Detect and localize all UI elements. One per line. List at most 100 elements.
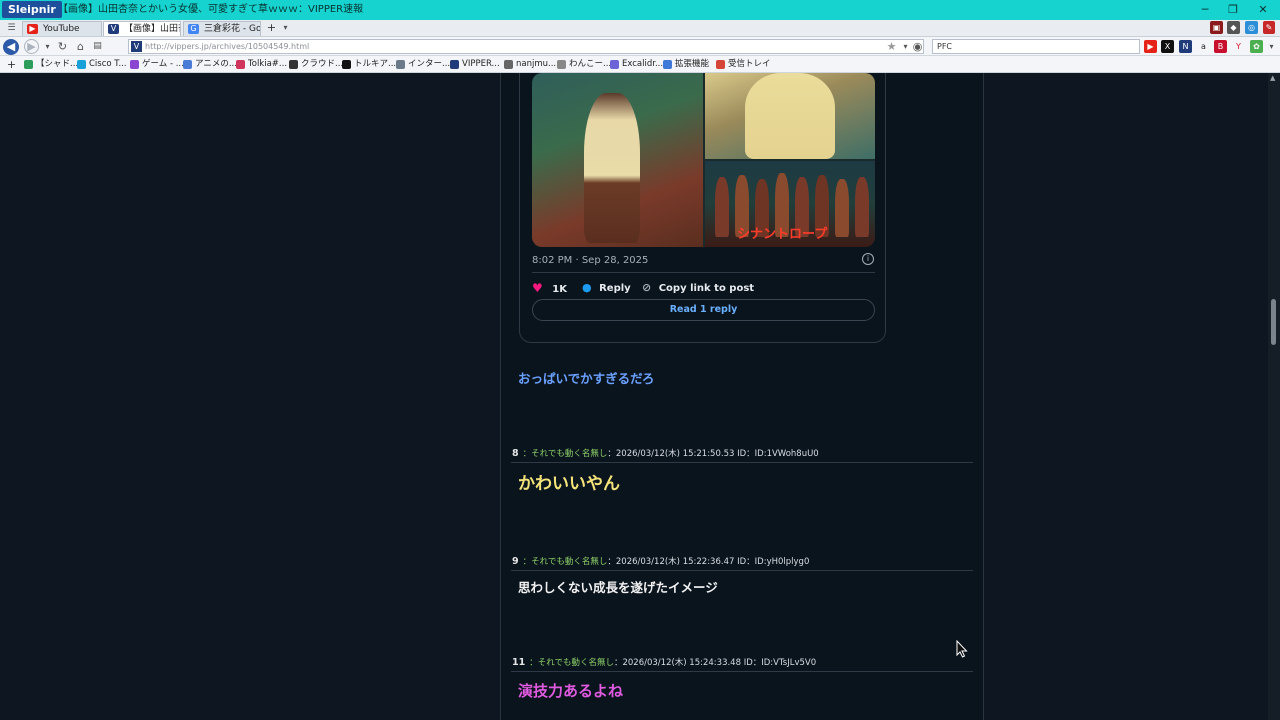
history-dropdown-icon[interactable]: ▾ [40, 39, 55, 54]
tweet-photo-1[interactable] [532, 73, 703, 247]
bookmark-item[interactable]: Tolkia#... [236, 58, 287, 71]
post-body: 思わしくない成長を遂げたイメージ [518, 580, 718, 595]
bookmark-icon [557, 60, 566, 69]
tab-label: 【画像】山田杏奈... [124, 24, 180, 34]
like-button[interactable]: ♥ 1K [532, 281, 567, 295]
tweet-image-grid[interactable]: シナントロープ [532, 73, 875, 247]
bookmark-icon [450, 60, 459, 69]
youtube-icon: ▶ [27, 24, 38, 34]
vipper-icon: V [108, 24, 119, 34]
app-name[interactable]: Sleipnir [2, 1, 62, 18]
forward-icon[interactable]: ▶ [24, 39, 39, 54]
search-engine-icon[interactable]: ◉ [910, 39, 925, 54]
scroll-up-icon[interactable]: ▲ [1270, 74, 1275, 82]
bookmark-icon [663, 60, 672, 69]
info-icon[interactable]: i [862, 253, 874, 265]
bookmark-item[interactable]: VIPPER... [450, 58, 500, 71]
bookmark-item[interactable]: Excalidr... [610, 58, 663, 71]
url-field[interactable]: V http://vippers.jp/archives/10504549.ht… [128, 39, 924, 54]
heart-icon: ♥ [532, 281, 543, 295]
url-text: http://vippers.jp/archives/10504549.html [145, 42, 310, 51]
tab-google[interactable]: G 三倉彩花 - Goo... [183, 21, 261, 36]
bookmark-item[interactable]: nanjmu... [504, 58, 556, 71]
poster-name[interactable]: ：それでも動く名無し [523, 557, 608, 567]
x-icon[interactable]: X [1161, 40, 1174, 53]
home-icon[interactable]: ⌂ [73, 39, 88, 54]
tweet-photo-3[interactable]: シナントロープ [705, 161, 875, 247]
star-icon[interactable]: ★ [884, 39, 899, 54]
youtube-toolbar-icon[interactable]: ▶ [1144, 40, 1157, 53]
scroll-thumb[interactable] [1271, 299, 1276, 345]
read-reply-button[interactable]: Read 1 reply [532, 299, 875, 321]
bookmark-item[interactable]: 【シャド... [24, 58, 78, 71]
bookmark-item[interactable]: ゲーム - ... [130, 58, 184, 71]
post-meta: ：2026/03/12(木) 15:21:50.53 ID：ID:1VWoh8u… [607, 449, 819, 459]
amazon-icon[interactable]: a [1197, 40, 1210, 53]
post-body: 演技力あるよね [518, 682, 624, 700]
embedded-tweet: シナントロープ 8:02 PM · Sep 28, 2025 i ♥ 1K ● … [519, 73, 886, 343]
poster-name[interactable]: ：それでも動く名無し [529, 658, 614, 668]
minimize-button[interactable]: ─ [1190, 0, 1220, 20]
bookmark-icon [236, 60, 245, 69]
bookmark-icon [24, 60, 33, 69]
reply-icon: ● [582, 281, 592, 294]
search-field[interactable]: PFC [932, 39, 1140, 54]
post-header: 11 ：それでも動く名無し：2026/03/12(木) 15:24:33.48 I… [512, 656, 816, 668]
poster-name[interactable]: ：それでも動く名無し [523, 449, 608, 459]
bookmark-icon [130, 60, 139, 69]
close-button[interactable]: ✕ [1248, 0, 1278, 20]
copy-link-button[interactable]: ⊘ Copy link to post [642, 281, 754, 295]
globe-icon[interactable]: ◎ [1245, 21, 1258, 34]
news-icon[interactable]: N [1179, 40, 1192, 53]
tab-label: 三倉彩花 - Goo... [204, 24, 261, 34]
site-favicon: V [131, 41, 142, 52]
divider [511, 462, 973, 463]
toolbar-more-icon[interactable]: ▾ [1264, 39, 1279, 54]
add-bookmark-icon[interactable]: + [4, 57, 19, 72]
edit-icon[interactable]: ✎ [1263, 21, 1275, 34]
yahoo-icon[interactable]: Y [1232, 40, 1245, 53]
reply-label: Reply [599, 283, 631, 294]
vertical-scrollbar[interactable]: ▲ [1268, 73, 1280, 720]
bookmark-item[interactable]: トルキア... [342, 58, 396, 71]
divider [511, 671, 973, 672]
bookmark-icon [396, 60, 405, 69]
page-viewport[interactable]: シナントロープ 8:02 PM · Sep 28, 2025 i ♥ 1K ● … [0, 73, 1268, 720]
tweet-photo-2[interactable] [705, 73, 875, 159]
search-text: PFC [937, 42, 953, 51]
reply-button[interactable]: ● Reply [582, 281, 631, 295]
tab-youtube[interactable]: ▶ YouTube [22, 21, 102, 36]
copy-link-label: Copy link to post [658, 283, 755, 294]
lock-icon[interactable]: ◆ [1227, 21, 1240, 34]
bookmark-item[interactable]: 拡張機能 [663, 58, 709, 71]
bookmark-icon [289, 60, 298, 69]
bookmarks-bar: + 【シャド... Cisco T... ゲーム - ... アニメの... T… [0, 56, 1280, 73]
mouse-cursor-icon [956, 640, 968, 658]
bookmark-item[interactable]: クラウド... [289, 58, 343, 71]
tweet-timestamp[interactable]: 8:02 PM · Sep 28, 2025 [532, 255, 648, 266]
bookmark-item[interactable]: アニメの... [183, 58, 237, 71]
extension-icon[interactable]: ✿ [1250, 40, 1263, 53]
page-icon[interactable]: ▤ [90, 39, 105, 54]
tab-vipper[interactable]: V 【画像】山田杏奈... [103, 21, 181, 36]
new-tab-button[interactable]: + [264, 20, 279, 35]
gift-icon[interactable]: ▣ [1210, 21, 1223, 34]
bookmark-item[interactable]: 受信トレイ [716, 58, 771, 71]
reload-icon[interactable]: ↻ [55, 39, 70, 54]
tab-menu-icon[interactable]: ☰ [4, 21, 19, 36]
bookmark-item[interactable]: わんこー... [557, 58, 611, 71]
bookmark-item[interactable]: インター... [396, 58, 450, 71]
tab-bar: ☰ ▶ YouTube V 【画像】山田杏奈... G 三倉彩花 - Goo..… [0, 20, 1280, 37]
post-number: 8 [512, 448, 519, 459]
post-number: 9 [512, 556, 519, 567]
post-number: 11 [512, 657, 526, 668]
restore-button[interactable]: ❐ [1218, 0, 1248, 20]
bookmark-item[interactable]: Cisco T... [77, 58, 127, 71]
link-icon: ⊘ [642, 281, 652, 294]
bookmark-b-icon[interactable]: B [1214, 40, 1227, 53]
post-meta: ：2026/03/12(木) 15:22:36.47 ID：ID:yH0lply… [607, 557, 810, 567]
bookmark-icon [183, 60, 192, 69]
google-icon: G [188, 24, 199, 34]
back-icon[interactable]: ◀ [3, 39, 19, 55]
tab-list-icon[interactable]: ▾ [278, 20, 293, 35]
